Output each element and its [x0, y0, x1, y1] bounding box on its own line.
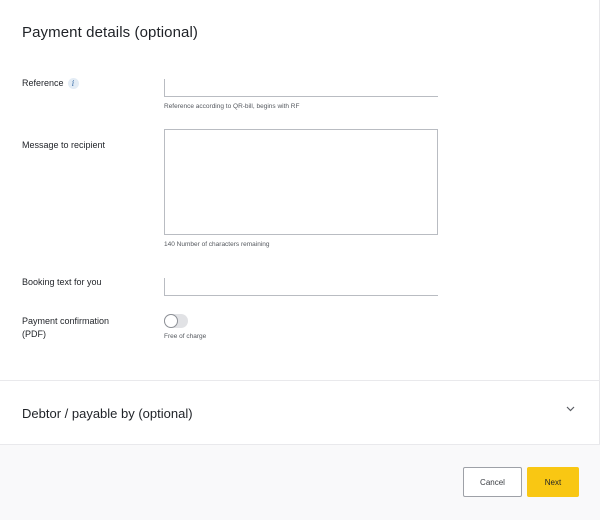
- reference-input[interactable]: [164, 79, 438, 97]
- toggle-knob: [164, 314, 178, 328]
- message-char-count: 140 Number of characters remaining: [164, 241, 270, 248]
- payment-form-card: Payment details (optional) Reference i Re…: [0, 0, 600, 520]
- message-label: Message to recipient: [22, 140, 106, 150]
- reference-label: Reference: [22, 78, 64, 88]
- section-divider: [0, 380, 600, 381]
- payment-confirmation-label: Payment confirmation (PDF): [22, 315, 109, 341]
- debtor-section-title[interactable]: Debtor / payable by (optional): [22, 406, 193, 421]
- payment-confirmation-hint: Free of charge: [164, 333, 207, 340]
- booking-text-input[interactable]: [164, 278, 438, 296]
- cancel-button[interactable]: Cancel: [463, 467, 522, 497]
- info-icon[interactable]: i: [67, 78, 79, 90]
- booking-text-label: Booking text for you: [22, 277, 102, 287]
- payment-confirmation-label-line1: Payment confirmation: [22, 316, 110, 326]
- payment-confirmation-toggle[interactable]: [164, 314, 188, 328]
- chevron-down-icon[interactable]: [566, 404, 575, 415]
- payment-confirmation-label-line2: (PDF): [22, 329, 46, 339]
- payment-details-title: Payment details (optional): [22, 24, 199, 41]
- message-textarea[interactable]: [164, 129, 438, 235]
- reference-label-row: Reference i: [22, 77, 79, 90]
- reference-hint: Reference according to QR-bill, begins w…: [164, 103, 300, 110]
- next-button[interactable]: Next: [527, 467, 579, 497]
